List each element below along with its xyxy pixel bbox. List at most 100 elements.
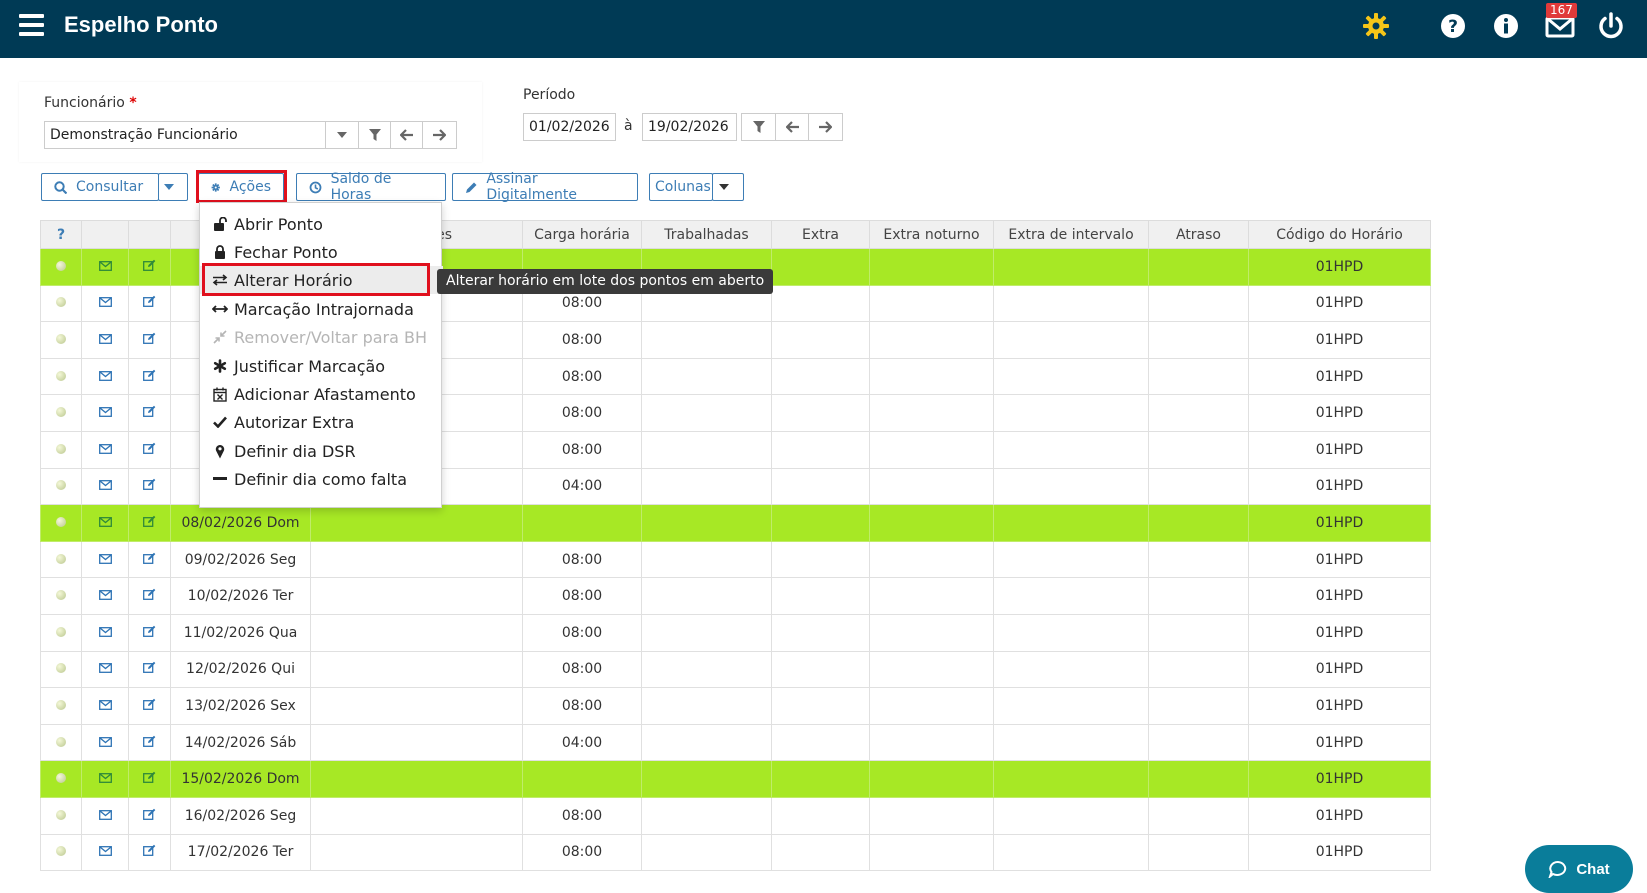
- gear-icon[interactable]: [1360, 10, 1392, 42]
- edit-icon[interactable]: [143, 698, 156, 710]
- mail-cell[interactable]: [81, 504, 129, 542]
- employee-next-button[interactable]: [422, 121, 457, 149]
- edit-icon[interactable]: [143, 552, 156, 564]
- envelope-icon[interactable]: [98, 297, 112, 308]
- table-row[interactable]: 17/02/2026 Ter 08:00 01HPD: [40, 833, 1431, 872]
- employee-filter-button[interactable]: [358, 121, 391, 149]
- envelope-icon[interactable]: [98, 846, 112, 857]
- edit-icon[interactable]: [143, 625, 156, 637]
- mail-cell[interactable]: [81, 796, 129, 835]
- envelope-icon[interactable]: [98, 443, 112, 454]
- edit-cell[interactable]: [128, 723, 171, 762]
- edit-cell[interactable]: [128, 650, 171, 689]
- edit-cell[interactable]: [128, 248, 171, 286]
- edit-icon[interactable]: [143, 808, 156, 820]
- table-row[interactable]: 16/02/2026 Seg 08:00 01HPD: [40, 796, 1431, 835]
- menu-item-adicionar-afastamento[interactable]: Adicionar Afastamento: [200, 380, 443, 408]
- edit-icon[interactable]: [143, 259, 156, 271]
- mail-cell[interactable]: [81, 357, 129, 396]
- colunas-button[interactable]: Colunas: [649, 173, 713, 201]
- envelope-icon[interactable]: [98, 663, 112, 674]
- edit-icon[interactable]: [143, 844, 156, 857]
- envelope-icon[interactable]: [98, 370, 112, 381]
- consultar-dropdown-button[interactable]: [158, 173, 188, 201]
- edit-icon[interactable]: [143, 369, 156, 381]
- edit-icon[interactable]: [143, 515, 156, 527]
- mail-cell[interactable]: [81, 467, 129, 506]
- edit-cell[interactable]: [128, 577, 171, 615]
- mail-cell[interactable]: [81, 613, 129, 652]
- table-row[interactable]: 14/02/2026 Sáb 04:00 01HPD: [40, 723, 1431, 762]
- edit-icon[interactable]: [143, 735, 156, 747]
- menu-item-definir-dia-dsr[interactable]: Definir dia DSR: [200, 437, 443, 465]
- edit-cell[interactable]: [128, 321, 171, 359]
- envelope-icon[interactable]: [98, 480, 112, 491]
- edit-cell[interactable]: [128, 504, 171, 542]
- mail-cell[interactable]: [81, 284, 129, 323]
- table-row[interactable]: 08/02/2026 Dom 01HPD: [40, 504, 1431, 542]
- envelope-icon[interactable]: [98, 260, 112, 271]
- mail-cell[interactable]: [81, 723, 129, 762]
- edit-cell[interactable]: [128, 613, 171, 652]
- mail-cell[interactable]: [81, 248, 129, 286]
- menu-item-remover-voltar-bh[interactable]: Remover/Voltar para BH: [200, 323, 443, 351]
- envelope-icon[interactable]: [98, 590, 112, 601]
- employee-dropdown-button[interactable]: [325, 121, 359, 149]
- table-row[interactable]: 11/02/2026 Qua 08:00 01HPD: [40, 613, 1431, 652]
- envelope-icon[interactable]: [98, 809, 112, 820]
- period-prev-button[interactable]: [775, 113, 809, 141]
- hamburger-menu-icon[interactable]: [19, 14, 44, 36]
- table-row[interactable]: 10/02/2026 Ter 08:00 01HPD: [40, 577, 1431, 615]
- envelope-icon[interactable]: [98, 517, 112, 527]
- menu-item-fechar-ponto[interactable]: Fechar Ponto: [200, 238, 443, 266]
- edit-icon[interactable]: [143, 588, 156, 601]
- envelope-icon[interactable]: [98, 773, 112, 784]
- edit-cell[interactable]: [128, 430, 171, 469]
- envelope-icon[interactable]: [98, 407, 112, 418]
- envelope-icon[interactable]: [98, 626, 112, 637]
- menu-item-justificar-marcacao[interactable]: Justificar Marcação: [200, 352, 443, 380]
- table-row[interactable]: 12/02/2026 Qui 08:00 01HPD: [40, 650, 1431, 689]
- mail-cell[interactable]: [81, 650, 129, 689]
- employee-select[interactable]: Demonstração Funcionário: [44, 121, 326, 149]
- envelope-icon[interactable]: [98, 736, 112, 747]
- saldo-horas-button[interactable]: Saldo de Horas: [296, 171, 446, 203]
- mail-cell[interactable]: [81, 760, 129, 798]
- edit-cell[interactable]: [128, 357, 171, 396]
- edit-cell[interactable]: [128, 284, 171, 323]
- date-to-input[interactable]: 19/02/2026: [642, 113, 737, 141]
- chat-button[interactable]: Chat: [1525, 845, 1633, 893]
- table-row[interactable]: 13/02/2026 Sex 08:00 01HPD: [40, 687, 1431, 725]
- menu-item-autorizar-extra[interactable]: Autorizar Extra: [200, 408, 443, 436]
- edit-icon[interactable]: [143, 442, 156, 454]
- colunas-dropdown-button[interactable]: [712, 173, 744, 201]
- edit-cell[interactable]: [128, 394, 171, 432]
- mail-cell[interactable]: [81, 430, 129, 469]
- mail-cell[interactable]: [81, 577, 129, 615]
- assinar-digitalmente-button[interactable]: Assinar Digitalmente: [452, 171, 638, 203]
- edit-icon[interactable]: [143, 661, 156, 674]
- period-filter-button[interactable]: [741, 113, 776, 141]
- envelope-icon[interactable]: [98, 553, 112, 564]
- date-from-input[interactable]: 01/02/2026: [523, 113, 616, 141]
- help-icon[interactable]: ?: [1437, 10, 1469, 42]
- edit-icon[interactable]: [143, 405, 156, 418]
- help-column-header[interactable]: ?: [40, 220, 82, 249]
- table-row[interactable]: 15/02/2026 Dom 01HPD: [40, 760, 1431, 798]
- edit-cell[interactable]: [128, 540, 171, 579]
- edit-icon[interactable]: [143, 478, 156, 491]
- edit-cell[interactable]: [128, 833, 171, 872]
- envelope-icon[interactable]: [98, 699, 112, 710]
- consultar-button[interactable]: Consultar: [41, 173, 159, 201]
- envelope-icon[interactable]: [98, 334, 112, 344]
- period-next-button[interactable]: [808, 113, 843, 141]
- edit-cell[interactable]: [128, 687, 171, 725]
- mail-cell[interactable]: [81, 394, 129, 432]
- menu-item-definir-dia-falta[interactable]: Definir dia como falta: [200, 465, 443, 493]
- edit-icon[interactable]: [143, 771, 156, 784]
- edit-cell[interactable]: [128, 760, 171, 798]
- edit-cell[interactable]: [128, 467, 171, 506]
- edit-icon[interactable]: [143, 295, 156, 308]
- menu-item-marcacao-intrajornada[interactable]: Marcação Intrajornada: [200, 295, 443, 323]
- info-icon[interactable]: [1490, 10, 1522, 42]
